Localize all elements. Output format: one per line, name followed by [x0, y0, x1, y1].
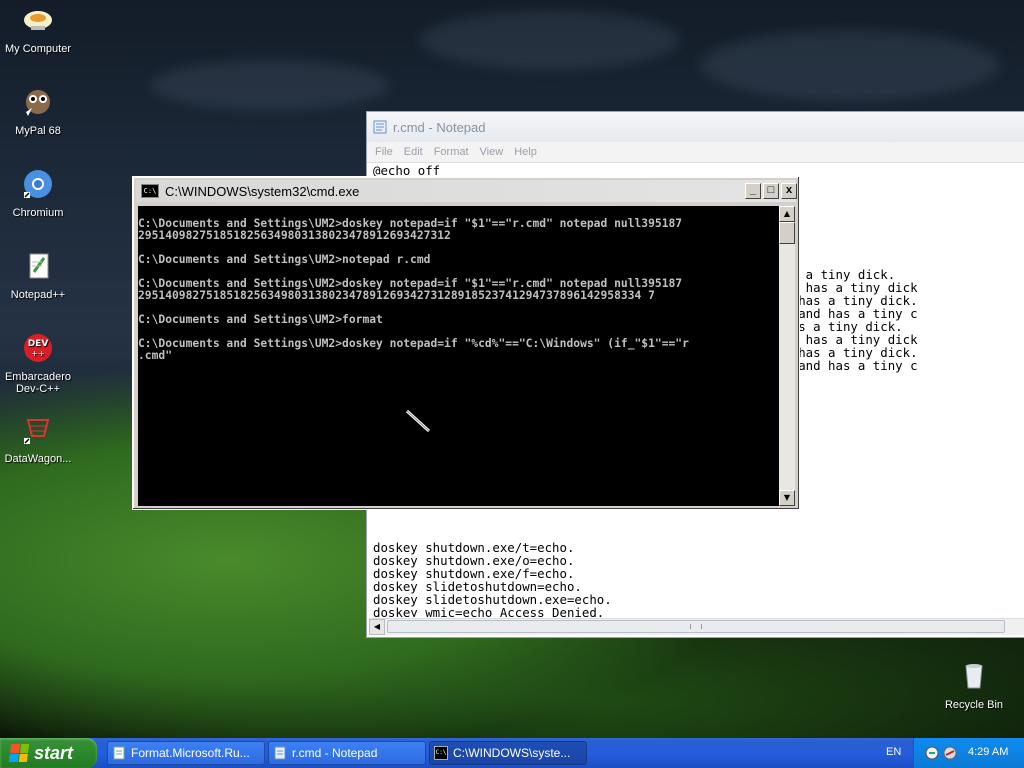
- system-tray: 4:29 AM: [913, 738, 1024, 768]
- desktop-icon-chromium[interactable]: Chromium: [0, 168, 78, 219]
- close-button[interactable]: x: [781, 183, 797, 199]
- notepadpp-icon: [29, 253, 49, 279]
- desktop-icon-devcpp[interactable]: DEV ++ Embarcadero Dev-C++: [0, 332, 78, 395]
- tray-status-icon[interactable]: [924, 745, 940, 761]
- wallpaper-cloud: [150, 60, 390, 110]
- desktop-icon-datawagon[interactable]: DataWagon...: [0, 414, 78, 465]
- scroll-up-button[interactable]: ▲: [779, 206, 795, 222]
- desktop-icon-label: MyPal 68: [15, 125, 61, 137]
- minimize-button[interactable]: _: [745, 183, 761, 199]
- notepad-icon: [373, 120, 387, 134]
- tray-network-icon[interactable]: [942, 745, 958, 761]
- wallpaper-cloud: [700, 30, 1000, 100]
- svg-text:++: ++: [31, 349, 44, 358]
- desktop-icon-my-computer[interactable]: My Computer: [0, 4, 78, 55]
- menu-edit[interactable]: Edit: [404, 146, 423, 158]
- notepad-horizontal-scrollbar[interactable]: ◀: [369, 618, 1024, 635]
- scroll-thumb[interactable]: [387, 620, 1005, 633]
- notepad-menu-bar: File Edit Format View Help: [367, 142, 1024, 163]
- document-icon: [113, 746, 125, 760]
- cmd-title-bar[interactable]: C:\ C:\WINDOWS\system32\cmd.exe _ □ x: [136, 180, 797, 202]
- cmd-title: C:\WINDOWS\system32\cmd.exe: [165, 183, 360, 199]
- wallpaper-cloud: [420, 10, 680, 70]
- menu-view[interactable]: View: [480, 146, 504, 158]
- cmd-console-output[interactable]: C:\Documents and Settings\UM2>doskey not…: [138, 206, 779, 506]
- notepad-title-bar[interactable]: r.cmd - Notepad: [367, 112, 1024, 142]
- devcpp-icon: DEV++: [24, 334, 52, 362]
- recycle-bin-icon: [965, 664, 983, 689]
- cmd-window[interactable]: C:\ C:\WINDOWS\system32\cmd.exe _ □ x C:…: [132, 176, 800, 510]
- task-button-cmd[interactable]: C:\ C:\WINDOWS\syste...: [429, 741, 587, 765]
- datawagon-icon: [24, 419, 50, 444]
- start-button[interactable]: start: [0, 738, 97, 768]
- task-label: r.cmd - Notepad: [292, 746, 378, 760]
- desktop-icon-recycle-bin[interactable]: Recycle Bin: [934, 660, 1014, 711]
- scroll-left-button[interactable]: ◀: [369, 619, 385, 635]
- desktop-icon-label: Embarcadero Dev-C++: [4, 371, 72, 395]
- notepad-line: doskey wmic=echo Access Denied.: [373, 605, 605, 617]
- desktop-icon-mypal[interactable]: MyPal 68: [0, 86, 78, 137]
- menu-file[interactable]: File: [375, 146, 393, 158]
- chromium-icon: [24, 170, 52, 198]
- desktop-icon-label: Recycle Bin: [944, 699, 1004, 711]
- busy-cursor-icon: [405, 409, 431, 433]
- menu-format[interactable]: Format: [434, 146, 469, 158]
- desktop-icon-label: Notepad++: [10, 289, 66, 301]
- taskbar: start Format.Microsoft.Ru... r.cmd - Not…: [0, 738, 1024, 768]
- cmd-icon: C:\: [434, 746, 448, 760]
- notepad-icon: [274, 746, 286, 760]
- my-computer-icon: [24, 11, 52, 30]
- start-label: start: [34, 742, 74, 763]
- desktop: My Computer MyPal 68 Chromium Notepad++ …: [0, 0, 1024, 738]
- notepad-line: [373, 515, 1024, 528]
- clock[interactable]: 4:29 AM: [968, 746, 1008, 758]
- desktop-icon-label: DataWagon...: [4, 453, 72, 465]
- scroll-down-button[interactable]: ▼: [779, 490, 795, 506]
- task-label: C:\WINDOWS\syste...: [453, 746, 571, 760]
- scroll-grip-icon: [690, 624, 702, 629]
- task-button-notepad[interactable]: r.cmd - Notepad: [268, 741, 426, 765]
- scroll-thumb[interactable]: [779, 222, 795, 244]
- cmd-icon: C:\: [141, 184, 159, 198]
- notepad-title: r.cmd - Notepad: [393, 119, 486, 135]
- mypal-icon: [26, 90, 50, 116]
- desktop-icon-notepadpp[interactable]: Notepad++: [0, 250, 78, 301]
- desktop-icon-label: Chromium: [12, 207, 64, 219]
- maximize-button[interactable]: □: [763, 183, 779, 199]
- desktop-icon-label: My Computer: [4, 43, 72, 55]
- task-button-ie[interactable]: Format.Microsoft.Ru...: [107, 741, 265, 765]
- task-label: Format.Microsoft.Ru...: [131, 746, 250, 760]
- menu-help[interactable]: Help: [514, 146, 537, 158]
- svg-text:DEV: DEV: [28, 339, 49, 349]
- cmd-vertical-scrollbar[interactable]: ▲ ▼: [779, 206, 795, 506]
- windows-logo-icon: [8, 744, 30, 762]
- language-indicator[interactable]: EN: [886, 746, 901, 758]
